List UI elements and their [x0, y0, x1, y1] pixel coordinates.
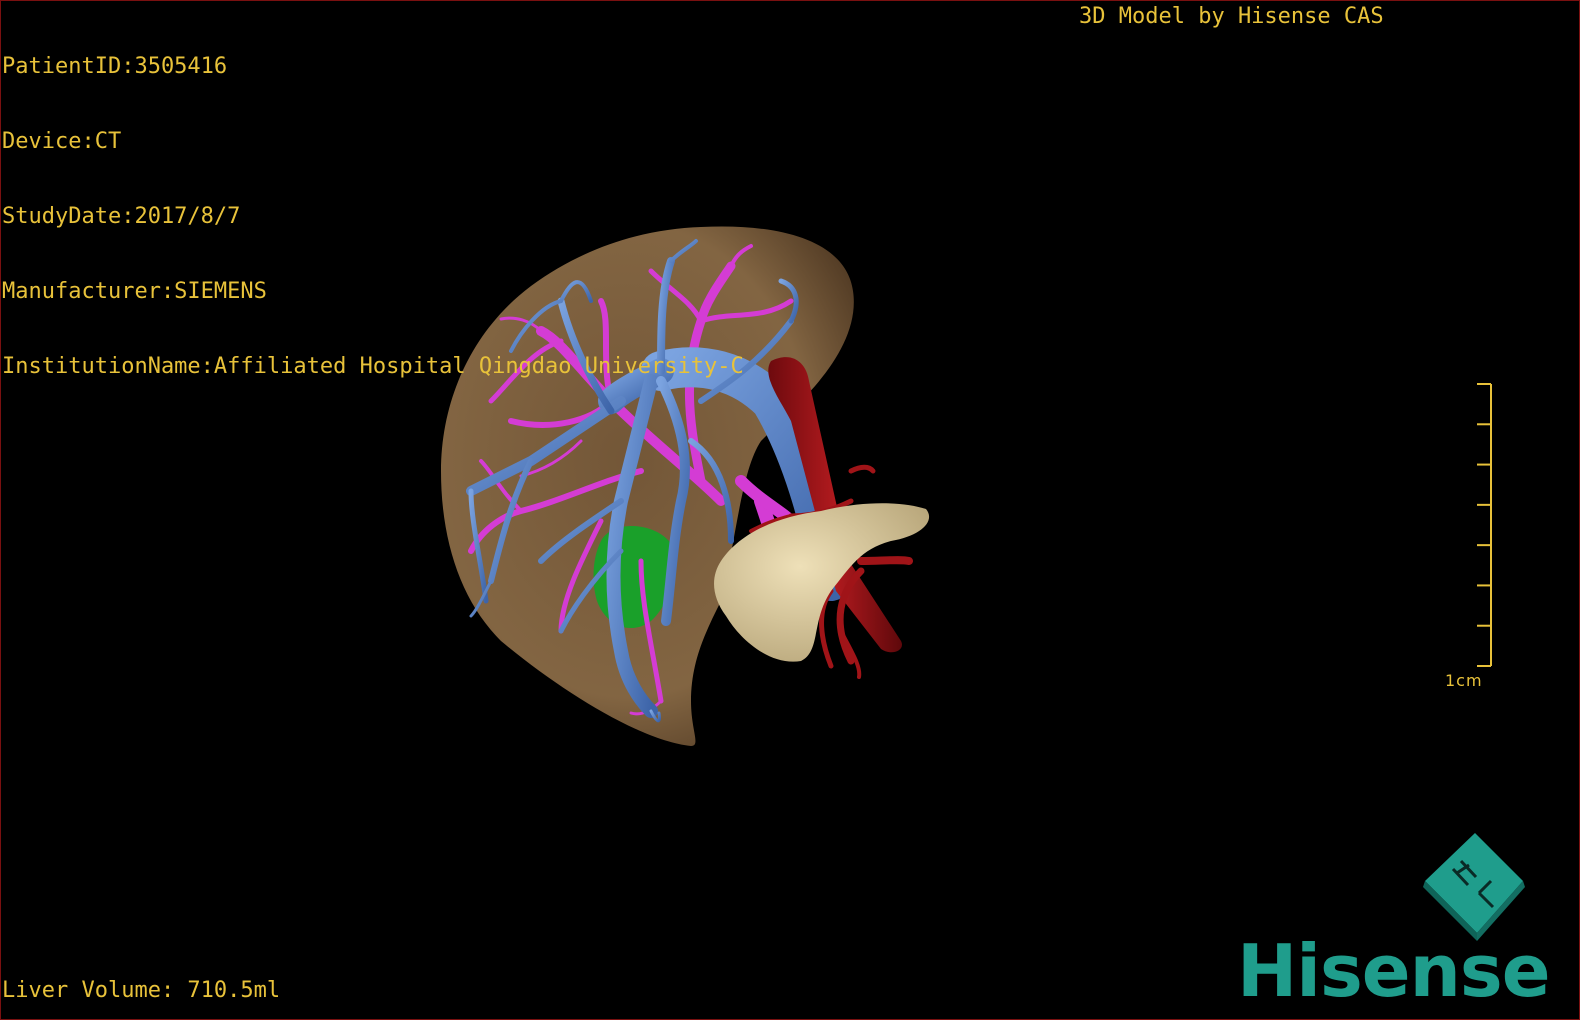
model-credit: 3D Model by Hisense CAS: [1079, 4, 1384, 29]
scale-label: 1cm: [1445, 671, 1483, 690]
patient-info: PatientID:3505416 Device:CT StudyDate:20…: [2, 4, 744, 429]
scale-bar: [1477, 383, 1492, 667]
hisense-logo: Hisense: [1237, 929, 1551, 1013]
patient-id: PatientID:3505416: [2, 54, 228, 79]
liver-volume: Liver Volume: 710.5ml: [2, 978, 281, 1003]
institution-name: InstitutionName:Affiliated Hospital Qing…: [2, 354, 744, 379]
device: Device:CT: [2, 129, 122, 154]
3d-viewport[interactable]: PatientID:3505416 Device:CT StudyDate:20…: [0, 0, 1580, 1020]
manufacturer: Manufacturer:SIEMENS: [2, 279, 267, 304]
study-date: StudyDate:2017/8/7: [2, 204, 241, 229]
hisense-cube-icon: [1423, 833, 1525, 941]
